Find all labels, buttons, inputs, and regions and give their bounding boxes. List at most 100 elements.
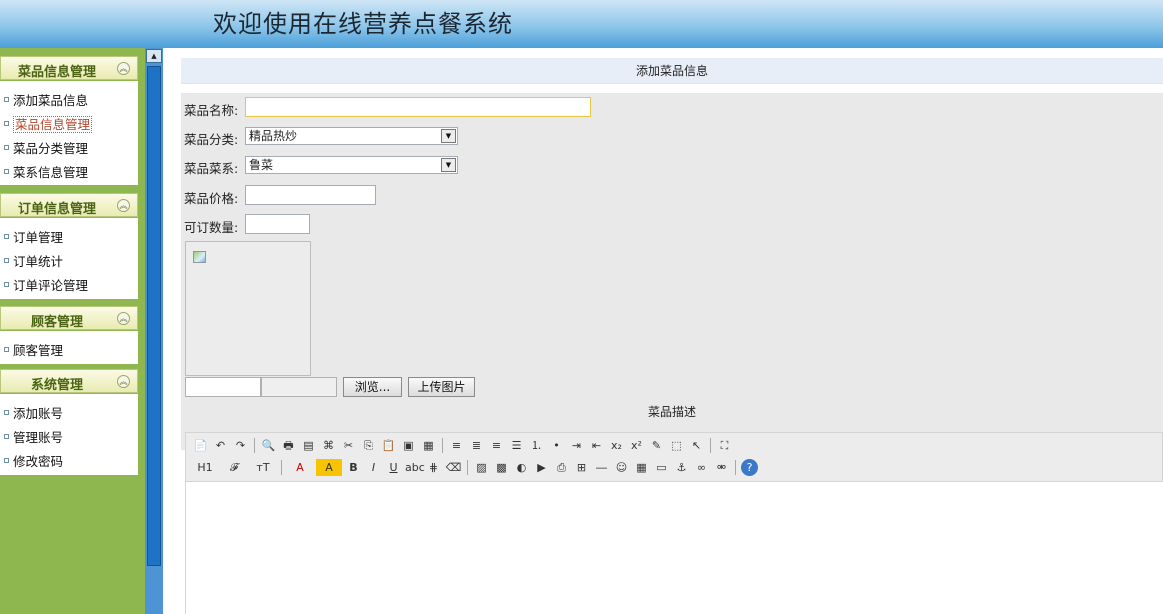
font-family-icon[interactable]: 𝓕 bbox=[221, 459, 247, 476]
dish-name-input[interactable] bbox=[245, 97, 591, 117]
broken-image-icon bbox=[193, 251, 206, 263]
unlink-icon[interactable]: ⚮ bbox=[713, 459, 730, 476]
sidebar-item-add-account[interactable]: 添加账号 bbox=[4, 403, 63, 421]
sidebar-group-system[interactable]: 系统管理 ︽ bbox=[0, 369, 138, 393]
clear-format-icon[interactable]: ✎ bbox=[648, 437, 665, 454]
font-size-icon[interactable]: тT bbox=[250, 459, 276, 476]
help-icon[interactable]: ? bbox=[741, 459, 758, 476]
cursor-icon[interactable]: ↖ bbox=[688, 437, 705, 454]
table-icon[interactable]: ⊞ bbox=[573, 459, 590, 476]
file-path-field[interactable] bbox=[185, 377, 261, 397]
indent-icon[interactable]: ⇥ bbox=[568, 437, 585, 454]
toolbar-separator bbox=[254, 438, 255, 453]
strikethrough-icon[interactable]: abc bbox=[405, 459, 425, 476]
sidebar-group-title: 顾客管理 bbox=[30, 315, 83, 330]
paste-icon[interactable]: 📋 bbox=[380, 437, 397, 454]
sidebar-scrollbar[interactable]: ▲ bbox=[145, 48, 163, 614]
section-title: 添加菜品信息 bbox=[181, 58, 1163, 84]
outdent-icon[interactable]: ⇤ bbox=[588, 437, 605, 454]
sidebar-item-customer-manage[interactable]: 顾客管理 bbox=[4, 340, 63, 358]
dish-quantity-row: 可订数量: bbox=[184, 214, 604, 236]
sidebar-item-order-comments[interactable]: 订单评论管理 bbox=[4, 275, 88, 293]
hr-icon[interactable]: ― bbox=[593, 459, 610, 476]
double-chevron-up-icon[interactable]: ︽ bbox=[117, 375, 130, 388]
emoticon-icon[interactable]: ☺ bbox=[613, 459, 630, 476]
toolbar-separator bbox=[735, 460, 736, 475]
dish-cuisine-select[interactable]: 鲁菜 ▼ bbox=[245, 156, 458, 174]
dish-quantity-input[interactable] bbox=[245, 214, 310, 234]
highlight-icon[interactable]: A bbox=[316, 459, 342, 476]
code-icon[interactable]: ⌘ bbox=[320, 437, 337, 454]
dish-category-select[interactable]: 精品热炒 ▼ bbox=[245, 127, 458, 145]
media-icon[interactable]: ▶ bbox=[533, 459, 550, 476]
bullet-icon bbox=[4, 347, 9, 352]
heading-icon[interactable]: H1 bbox=[192, 459, 218, 476]
map-icon[interactable]: ▦ bbox=[633, 459, 650, 476]
double-chevron-up-icon[interactable]: ︽ bbox=[117, 312, 130, 325]
sidebar-group-customer[interactable]: 顾客管理 ︽ bbox=[0, 306, 138, 330]
sidebar-item-manage-accounts[interactable]: 管理账号 bbox=[4, 427, 63, 445]
unordered-list-icon[interactable]: • bbox=[548, 437, 565, 454]
sidebar-group-body: 订单管理 订单统计 订单评论管理 bbox=[0, 218, 138, 299]
sidebar-group-dish-info[interactable]: 菜品信息管理 ︽ bbox=[0, 56, 138, 80]
align-right-icon[interactable]: ≡ bbox=[488, 437, 505, 454]
sidebar-item-dish-manage[interactable]: 菜品信息管理 bbox=[4, 114, 93, 133]
template-icon[interactable]: ▤ bbox=[300, 437, 317, 454]
browse-button[interactable]: 浏览... bbox=[343, 377, 402, 397]
undo-icon[interactable]: ↶ bbox=[212, 437, 229, 454]
sidebar-item-cuisine-manage[interactable]: 菜系信息管理 bbox=[4, 162, 88, 180]
align-justify-icon[interactable]: ☰ bbox=[508, 437, 525, 454]
underline-icon[interactable]: U bbox=[385, 459, 402, 476]
print-icon[interactable]: 🖶 bbox=[280, 437, 297, 454]
image-icon[interactable]: ▨ bbox=[473, 459, 490, 476]
subscript-icon[interactable]: x₂ bbox=[608, 437, 625, 454]
align-center-icon[interactable]: ≣ bbox=[468, 437, 485, 454]
dish-price-input[interactable] bbox=[245, 185, 376, 205]
superscript-icon[interactable]: x² bbox=[628, 437, 645, 454]
dish-category-selected: 精品热炒 bbox=[249, 129, 298, 143]
ordered-list-icon[interactable]: ⒈ bbox=[528, 437, 545, 454]
dish-price-label: 菜品价格: bbox=[184, 191, 239, 206]
bullet-icon bbox=[4, 458, 9, 463]
sidebar-item-category-manage[interactable]: 菜品分类管理 bbox=[4, 138, 88, 156]
chevron-down-icon[interactable]: ▼ bbox=[441, 129, 456, 143]
anchor-icon[interactable]: ⚓ bbox=[673, 459, 690, 476]
paste-text-icon[interactable]: ▣ bbox=[400, 437, 417, 454]
multi-image-icon[interactable]: ▩ bbox=[493, 459, 510, 476]
remove-format-icon[interactable]: ⌫ bbox=[445, 459, 462, 476]
redo-icon[interactable]: ↷ bbox=[232, 437, 249, 454]
upload-image-button[interactable]: 上传图片 bbox=[408, 377, 475, 397]
pagebreak-icon[interactable]: ▭ bbox=[653, 459, 670, 476]
sidebar-item-change-password[interactable]: 修改密码 bbox=[4, 451, 63, 469]
sidebar-group-order-info[interactable]: 订单信息管理 ︽ bbox=[0, 193, 138, 217]
align-left-icon[interactable]: ≡ bbox=[448, 437, 465, 454]
attachment-icon[interactable]: ⎙ bbox=[553, 459, 570, 476]
double-chevron-up-icon[interactable]: ︽ bbox=[117, 199, 130, 212]
link-icon[interactable]: ∞ bbox=[693, 459, 710, 476]
cut-icon[interactable]: ✂ bbox=[340, 437, 357, 454]
copy-icon[interactable]: ⎘ bbox=[360, 437, 377, 454]
bold-icon[interactable]: B bbox=[345, 459, 362, 476]
scroll-up-arrow-icon[interactable]: ▲ bbox=[146, 49, 162, 63]
scrollbar-thumb[interactable] bbox=[147, 66, 161, 566]
preview-icon[interactable]: 🔍 bbox=[260, 437, 277, 454]
chevron-down-icon[interactable]: ▼ bbox=[441, 158, 456, 172]
dish-category-label: 菜品分类: bbox=[184, 132, 239, 147]
line-height-icon[interactable]: ⋕ bbox=[425, 459, 442, 476]
sidebar-item-add-dish[interactable]: 添加菜品信息 bbox=[4, 90, 88, 108]
source-icon[interactable]: 📄 bbox=[192, 437, 209, 454]
double-chevron-up-icon[interactable]: ︽ bbox=[117, 62, 130, 75]
bullet-icon bbox=[4, 282, 9, 287]
sidebar-item-order-manage[interactable]: 订单管理 bbox=[4, 227, 63, 245]
toolbar-separator bbox=[442, 438, 443, 453]
description-editor[interactable] bbox=[185, 482, 1163, 614]
italic-icon[interactable]: I bbox=[365, 459, 382, 476]
sidebar-item-order-stats[interactable]: 订单统计 bbox=[4, 251, 63, 269]
fullscreen-icon[interactable]: ⛶ bbox=[716, 437, 733, 454]
font-color-icon[interactable]: A bbox=[287, 459, 313, 476]
select-all-icon[interactable]: ⬚ bbox=[668, 437, 685, 454]
frame-gap bbox=[163, 48, 181, 614]
sidebar-group-title: 菜品信息管理 bbox=[17, 65, 96, 80]
paste-word-icon[interactable]: ▦ bbox=[420, 437, 437, 454]
flash-icon[interactable]: ◐ bbox=[513, 459, 530, 476]
